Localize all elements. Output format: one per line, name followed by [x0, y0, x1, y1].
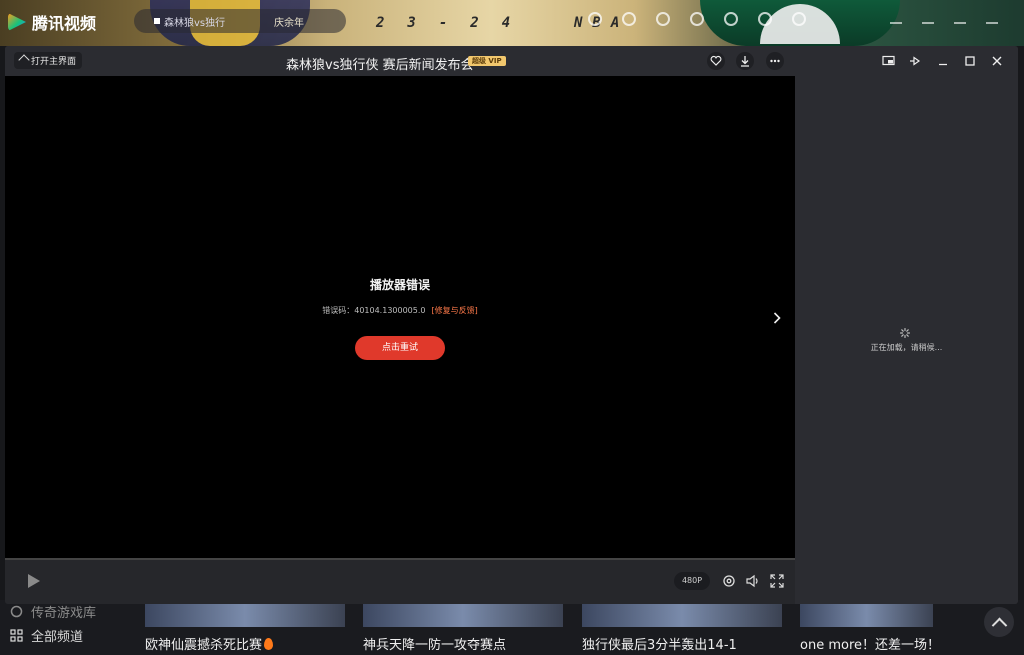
home-icon — [19, 56, 28, 65]
minimize-icon — [939, 63, 947, 66]
favorite-button[interactable] — [707, 52, 725, 70]
history-icon[interactable] — [656, 12, 670, 26]
maximize-icon — [965, 56, 975, 66]
open-main-label: 打开主界面 — [31, 57, 77, 67]
quality-button[interactable]: 480P — [674, 572, 710, 590]
player-titlebar[interactable]: 打开主界面 森林狼vs独行侠 赛后新闻发布会 超级 VIP — [5, 46, 1018, 76]
grid-icon — [10, 629, 23, 642]
video-caption[interactable]: 独行侠最后3分半轰出14-1 — [582, 634, 737, 653]
download-icon — [741, 56, 749, 67]
back-to-top-button[interactable] — [984, 607, 1014, 637]
game-icon — [10, 605, 23, 618]
search-hint: 庆余年 — [274, 17, 304, 29]
volume-icon[interactable] — [746, 574, 760, 588]
stop-icon — [154, 18, 160, 24]
minimize-button[interactable] — [934, 52, 952, 70]
error-code-value: 40104.1300005.0 — [354, 306, 426, 315]
fix-feedback-link[interactable]: [修复与反馈] — [432, 306, 478, 315]
search-input[interactable]: 森林狼vs独行 庆余年 — [134, 9, 346, 33]
video-title: 森林狼vs独行侠 赛后新闻发布会 — [286, 58, 474, 73]
app-logo[interactable]: 腾讯视频 — [8, 10, 96, 34]
search-query: 森林狼vs独行 — [164, 17, 226, 29]
settings-icon[interactable] — [722, 574, 736, 588]
loading-spinner-icon — [900, 328, 910, 338]
maximize-button[interactable] — [961, 52, 979, 70]
fullscreen-icon[interactable] — [770, 574, 784, 588]
video-thumbnail[interactable] — [582, 603, 782, 627]
more-button[interactable] — [766, 52, 784, 70]
tencent-video-logo-icon — [8, 13, 26, 31]
message-icon[interactable] — [724, 12, 738, 26]
video-caption[interactable]: 神兵天降一防一攻夺赛点 — [363, 634, 506, 653]
retry-button[interactable]: 点击重试 — [355, 336, 445, 360]
minimize-icon[interactable] — [954, 12, 966, 24]
picture-in-picture-icon — [881, 55, 895, 66]
player-window: 打开主界面 森林狼vs独行侠 赛后新闻发布会 超级 VIP 播放器错误 错误码：… — [5, 46, 1018, 604]
video-thumbnail[interactable] — [145, 603, 345, 627]
error-title: 播放器错误 — [369, 278, 430, 292]
vip-icon[interactable] — [758, 12, 772, 26]
loading-text: 正在加载，请稍候... — [870, 343, 943, 352]
menu-icon[interactable] — [922, 12, 934, 24]
header-toolbar — [588, 12, 806, 26]
sidebar-item-label: 传奇游戏库 — [31, 606, 97, 621]
expand-panel-chevron-icon[interactable] — [771, 312, 783, 324]
video-area[interactable]: 播放器错误 错误码：40104.1300005.0 [修复与反馈] 点击重试 — [5, 76, 795, 558]
search-icon[interactable] — [588, 12, 602, 26]
more-icon — [770, 59, 780, 63]
banner-season: 23-24 — [376, 15, 534, 31]
close-icon — [992, 56, 1002, 66]
game-icon[interactable] — [622, 12, 636, 26]
fire-icon — [264, 638, 274, 650]
error-code: 错误码：40104.1300005.0 [修复与反馈] — [5, 305, 795, 316]
video-thumbnail[interactable] — [363, 603, 563, 627]
sidebar-item-label: 全部频道 — [31, 630, 84, 645]
open-main-button[interactable]: 打开主界面 — [14, 52, 83, 69]
maximize-icon[interactable] — [986, 12, 998, 24]
mini-mode-button[interactable] — [879, 52, 897, 70]
control-bar: 480P — [5, 560, 795, 604]
play-icon[interactable] — [27, 573, 41, 589]
app-name: 腾讯视频 — [32, 14, 97, 33]
error-code-label: 错误码： — [322, 306, 355, 315]
refresh-icon[interactable] — [890, 12, 902, 24]
download-icon[interactable] — [690, 12, 704, 26]
pin-button[interactable] — [906, 52, 924, 70]
video-caption[interactable]: one more！还差一场！ — [800, 634, 940, 653]
heart-plus-icon — [710, 55, 722, 66]
user-icon[interactable] — [792, 12, 806, 26]
close-button[interactable] — [988, 52, 1006, 70]
video-thumbnail[interactable] — [800, 603, 933, 627]
pin-icon — [910, 56, 921, 66]
sidebar-item-all-channels[interactable]: 全部频道 — [10, 626, 83, 645]
sidebar-item-games[interactable]: 传奇游戏库 — [10, 602, 96, 621]
background-window-controls — [890, 12, 998, 24]
download-button[interactable] — [736, 52, 754, 70]
vip-badge: 超级 VIP — [468, 56, 506, 66]
video-caption[interactable]: 欧神仙震撼杀死比赛 — [145, 634, 274, 653]
side-panel: 正在加载，请稍候... — [795, 76, 1018, 604]
